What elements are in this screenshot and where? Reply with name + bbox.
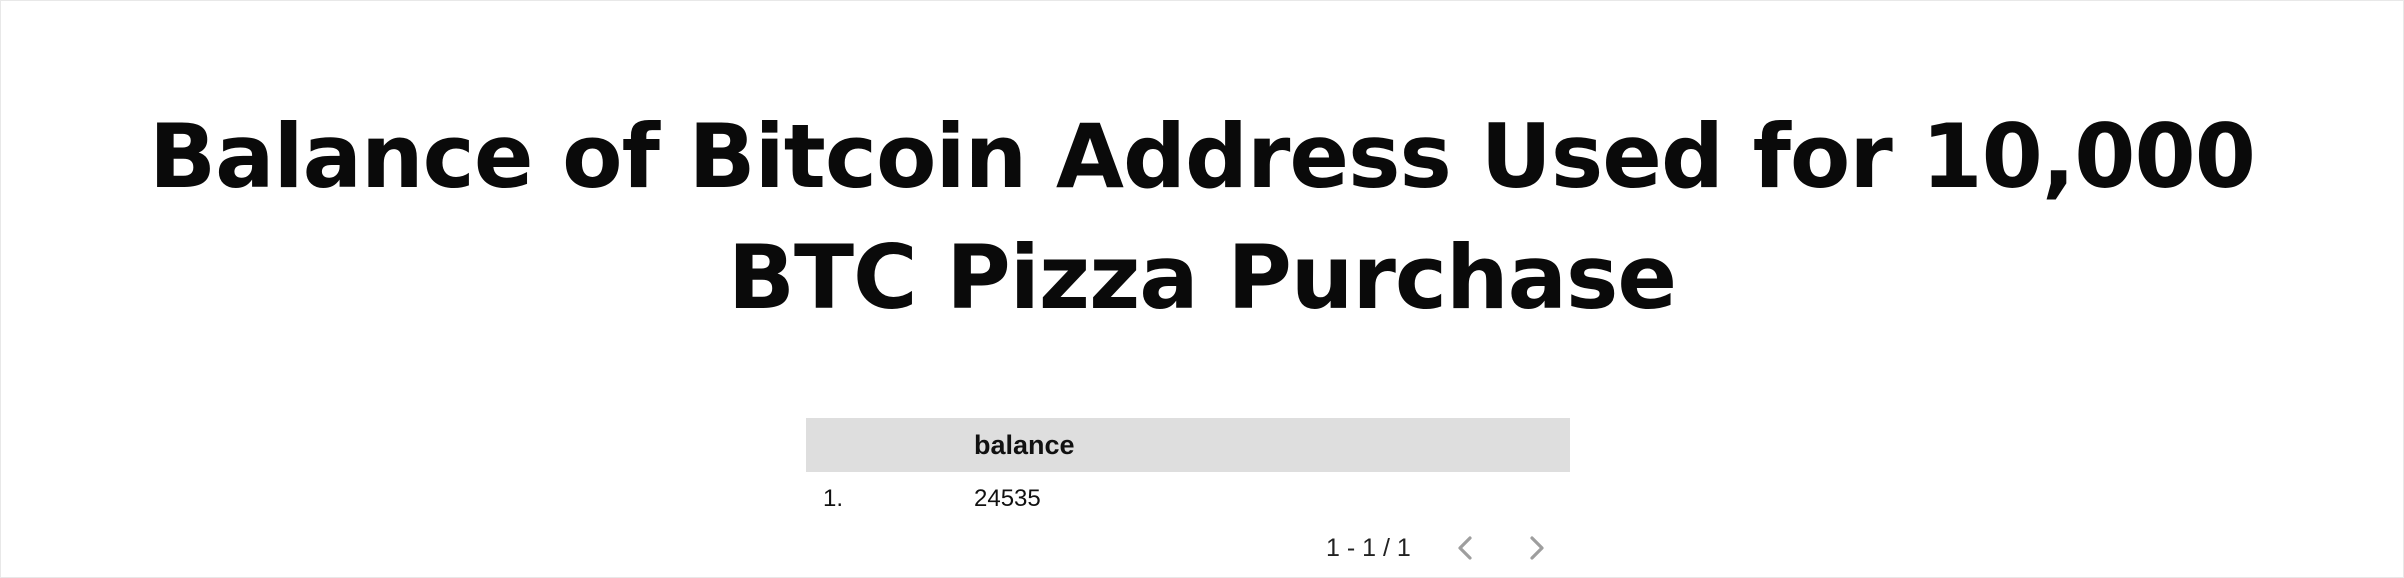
pagination: 1 - 1 / 1: [1326, 526, 1566, 570]
balance-table: balance 1. 24535: [806, 418, 1570, 526]
column-header-balance[interactable]: balance: [974, 418, 1075, 472]
table-header-row: balance: [806, 418, 1570, 472]
balance-cell: 24535: [974, 485, 1041, 512]
table-row: 1. 24535: [806, 472, 1570, 526]
previous-page-button[interactable]: [1450, 532, 1482, 564]
row-index: 1.: [823, 485, 844, 512]
next-page-button[interactable]: [1520, 532, 1552, 564]
report-title: Balance of Bitcoin Address Used for 10,0…: [149, 105, 2256, 329]
chevron-left-icon: [1458, 536, 1472, 560]
page-range-label: 1 - 1 / 1: [1326, 534, 1411, 562]
chevron-right-icon: [1530, 536, 1544, 560]
